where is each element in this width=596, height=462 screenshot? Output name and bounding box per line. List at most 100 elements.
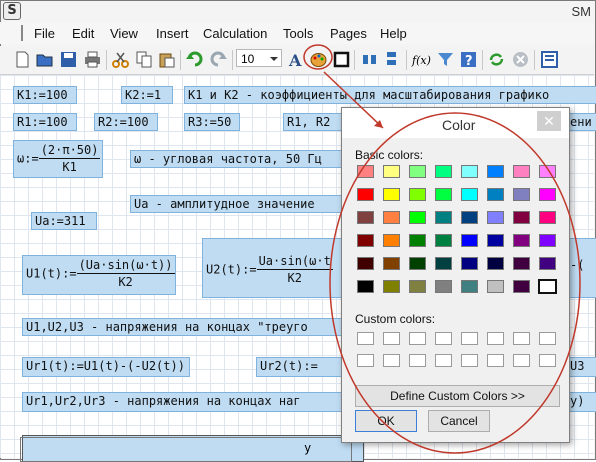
- math-region-k2[interactable]: K2:=1: [121, 86, 173, 104]
- new-doc-icon[interactable]: [14, 51, 31, 68]
- math-region-omega[interactable]: ω:= (2·π·50) K1: [13, 140, 103, 178]
- basic-color-swatch[interactable]: [461, 234, 478, 247]
- basic-color-swatch[interactable]: [513, 188, 530, 201]
- basic-color-swatch[interactable]: [461, 280, 478, 293]
- border-icon[interactable]: [333, 51, 350, 68]
- basic-color-swatch[interactable]: [461, 165, 478, 178]
- menu-edit[interactable]: Edit: [72, 26, 94, 41]
- undo-icon[interactable]: [186, 51, 203, 68]
- basic-color-swatch[interactable]: [513, 165, 530, 178]
- basic-color-swatch[interactable]: [513, 211, 530, 224]
- basic-color-swatch[interactable]: [409, 188, 426, 201]
- basic-color-swatch[interactable]: [435, 165, 452, 178]
- cancel-button[interactable]: Cancel: [428, 410, 490, 432]
- custom-color-swatch[interactable]: [487, 354, 504, 367]
- help-icon[interactable]: ?: [460, 51, 477, 68]
- basic-color-swatch[interactable]: [487, 280, 504, 293]
- basic-color-swatch[interactable]: [357, 257, 374, 270]
- text-region-r-note-tail[interactable]: ени: [566, 113, 596, 131]
- basic-color-swatch[interactable]: [357, 280, 374, 293]
- text-region-r-note[interactable]: R1, R2: [283, 113, 343, 131]
- menu-view[interactable]: View: [110, 26, 138, 41]
- basic-color-swatch[interactable]: [487, 257, 504, 270]
- basic-color-swatch[interactable]: [539, 234, 556, 247]
- align-top-icon[interactable]: [384, 51, 401, 68]
- basic-color-swatch[interactable]: [435, 280, 452, 293]
- define-custom-colors-button[interactable]: Define Custom Colors >>: [355, 385, 560, 407]
- math-region-ur1[interactable]: Ur1(t):=U1(t)-(-U2(t)): [22, 357, 190, 377]
- custom-color-swatch[interactable]: [357, 332, 374, 345]
- text-style-icon[interactable]: A: [287, 51, 304, 68]
- ok-button[interactable]: OK: [355, 410, 417, 432]
- custom-color-swatch[interactable]: [383, 354, 400, 367]
- text-region-ur-note[interactable]: Ur1,Ur2,Ur3 - напряжения на концах наг: [22, 392, 347, 412]
- close-icon[interactable]: ✕: [537, 111, 561, 131]
- basic-color-swatch[interactable]: [538, 279, 557, 294]
- basic-color-swatch[interactable]: [357, 234, 374, 247]
- filter-icon[interactable]: [437, 51, 454, 68]
- basic-color-swatch[interactable]: [513, 280, 530, 293]
- basic-color-swatch[interactable]: [383, 234, 400, 247]
- paste-icon[interactable]: [158, 51, 175, 68]
- align-left-icon[interactable]: [362, 51, 379, 68]
- layout-icon[interactable]: [541, 51, 558, 68]
- basic-color-swatch[interactable]: [409, 280, 426, 293]
- basic-color-swatch[interactable]: [383, 211, 400, 224]
- custom-color-swatch[interactable]: [409, 332, 426, 345]
- basic-color-swatch[interactable]: [357, 211, 374, 224]
- redo-icon[interactable]: [210, 51, 227, 68]
- stop-icon[interactable]: [512, 51, 529, 68]
- basic-color-swatch[interactable]: [487, 211, 504, 224]
- custom-color-swatch[interactable]: [513, 332, 530, 345]
- math-region-ur3[interactable]: U3: [566, 357, 596, 377]
- menu-file[interactable]: File: [34, 26, 55, 41]
- basic-color-swatch[interactable]: [383, 257, 400, 270]
- basic-color-swatch[interactable]: [487, 165, 504, 178]
- basic-color-swatch[interactable]: [383, 280, 400, 293]
- math-region-r3[interactable]: R3:=50: [184, 113, 240, 131]
- math-region-u2[interactable]: U2(t):= Ua·sin(ω·t K2: [202, 238, 347, 298]
- menu-calculation[interactable]: Calculation: [203, 26, 267, 41]
- math-region-r2[interactable]: R2:=100: [94, 113, 158, 131]
- custom-color-swatch[interactable]: [513, 354, 530, 367]
- custom-color-swatch[interactable]: [435, 332, 452, 345]
- custom-color-swatch[interactable]: [539, 354, 556, 367]
- custom-color-swatch[interactable]: [383, 332, 400, 345]
- save-icon[interactable]: [60, 51, 77, 68]
- cut-icon[interactable]: [112, 51, 129, 68]
- basic-color-swatch[interactable]: [383, 188, 400, 201]
- open-folder-icon[interactable]: [36, 51, 53, 68]
- basic-color-swatch[interactable]: [383, 165, 400, 178]
- basic-color-swatch[interactable]: [539, 188, 556, 201]
- math-region-k1[interactable]: K1:=100: [13, 86, 77, 104]
- menu-help[interactable]: Help: [380, 26, 407, 41]
- basic-color-swatch[interactable]: [435, 257, 452, 270]
- math-region-ur2[interactable]: Ur2(t):=: [256, 357, 346, 377]
- basic-color-swatch[interactable]: [513, 234, 530, 247]
- basic-color-swatch[interactable]: [487, 188, 504, 201]
- custom-color-swatch[interactable]: [357, 354, 374, 367]
- math-region-u1[interactable]: U1(t):= (Ua·sin(ω·t)) K2: [22, 255, 176, 295]
- text-region-ur-note-tail[interactable]: у): [566, 392, 596, 412]
- basic-color-swatch[interactable]: [357, 165, 374, 178]
- custom-color-swatch[interactable]: [461, 354, 478, 367]
- basic-color-swatch[interactable]: [461, 257, 478, 270]
- basic-color-swatch[interactable]: [487, 234, 504, 247]
- font-size-select[interactable]: 10: [236, 49, 282, 67]
- text-region-u-note[interactable]: U1,U2,U3 - напряжения на концах "треуго: [22, 318, 347, 336]
- custom-color-swatch[interactable]: [487, 332, 504, 345]
- basic-color-swatch[interactable]: [409, 234, 426, 247]
- basic-color-swatch[interactable]: [357, 188, 374, 201]
- basic-color-swatch[interactable]: [513, 257, 530, 270]
- copy-icon[interactable]: [136, 51, 153, 68]
- basic-color-swatch[interactable]: [435, 211, 452, 224]
- math-region-ua[interactable]: Ua:=311: [31, 212, 97, 230]
- recalculate-icon[interactable]: [488, 51, 505, 68]
- basic-color-swatch[interactable]: [409, 257, 426, 270]
- math-region-r1[interactable]: R1:=100: [13, 113, 77, 131]
- math-region-u3-tail[interactable]: -(: [566, 238, 596, 298]
- menu-insert[interactable]: Insert: [156, 26, 189, 41]
- basic-color-swatch[interactable]: [435, 234, 452, 247]
- custom-color-swatch[interactable]: [435, 354, 452, 367]
- text-region-omega-note[interactable]: ω - угловая частота, 50 Гц: [130, 150, 345, 168]
